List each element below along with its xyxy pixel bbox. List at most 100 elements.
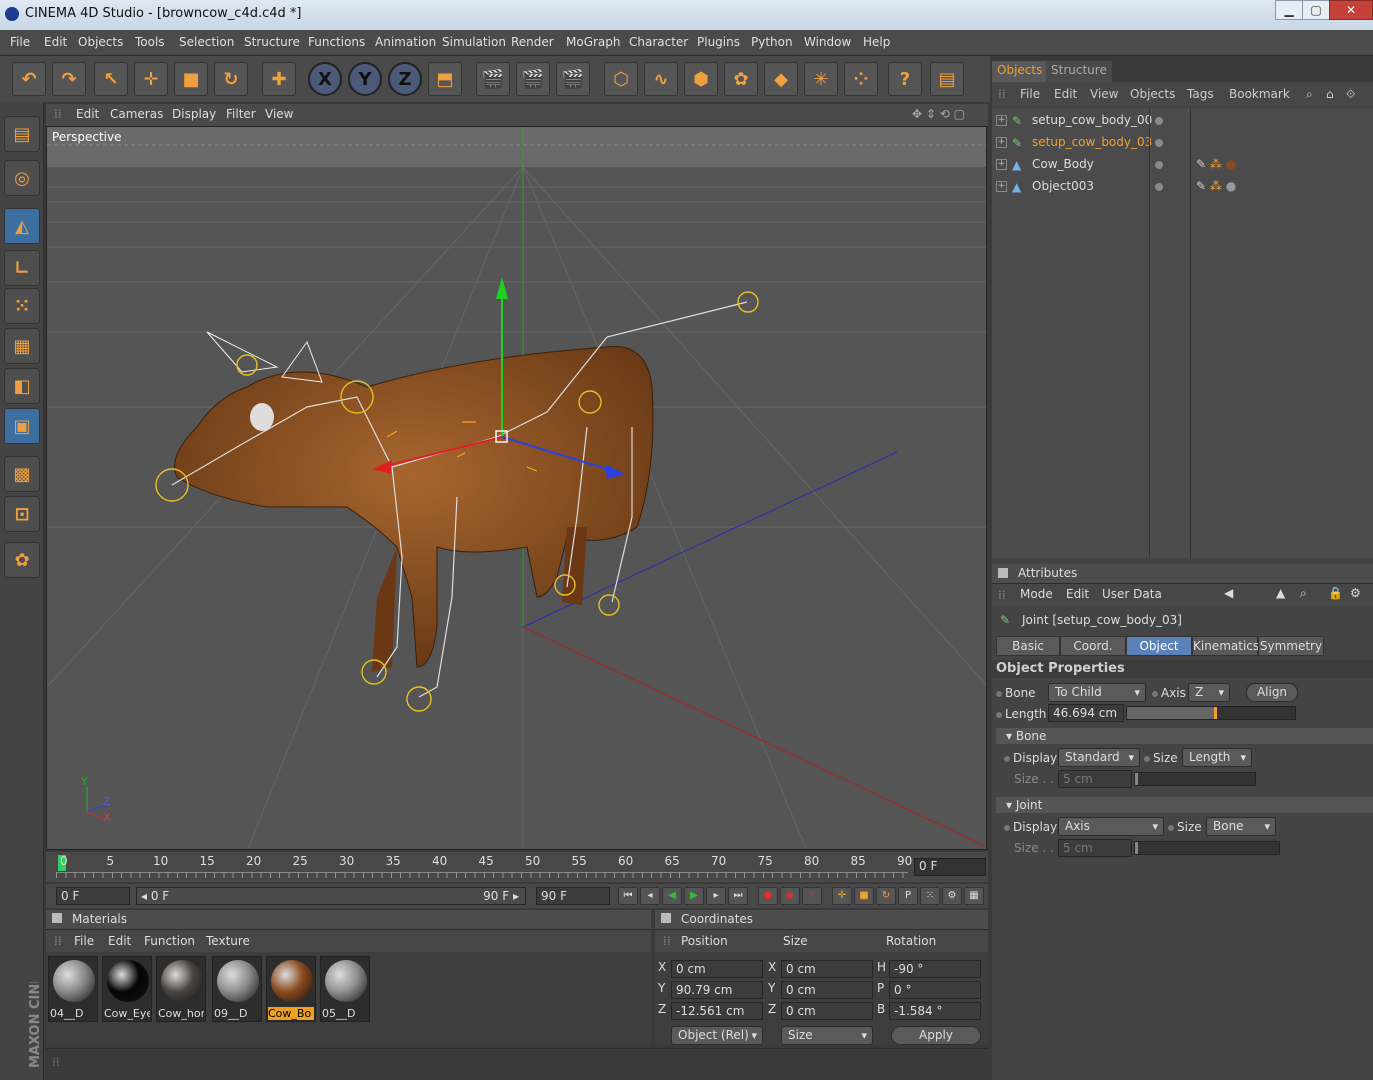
materials-menu-file[interactable]: File [74, 934, 94, 948]
timeline-icon[interactable]: ▤ [930, 62, 964, 96]
materials-menu-texture[interactable]: Texture [206, 934, 250, 948]
materials-menu-edit[interactable]: Edit [108, 934, 131, 948]
position-field[interactable]: 0 cm [671, 960, 763, 978]
object-name[interactable]: Object003 [1032, 179, 1094, 193]
scale-icon[interactable]: ■ [174, 62, 208, 96]
end-frame-field[interactable]: 90 F [536, 887, 610, 905]
menu-structure[interactable]: Structure [244, 35, 300, 49]
object-row[interactable]: + ▲ Cow_Body ✎ ⁂ ● [992, 154, 1373, 176]
material-swatch[interactable]: 05__D [320, 956, 370, 1022]
om-menu-objects[interactable]: Objects [1130, 87, 1175, 101]
menu-objects[interactable]: Objects [78, 35, 123, 49]
position-field[interactable]: -12.561 cm [671, 1002, 763, 1020]
menu-animation[interactable]: Animation [375, 35, 436, 49]
texture-mode-icon[interactable]: ▣ [4, 408, 40, 444]
z-axis-icon[interactable]: Z [388, 62, 422, 96]
visibility-dot-icon[interactable] [1155, 139, 1163, 147]
render-settings-icon[interactable]: 🎬 [556, 62, 590, 96]
autokey-icon[interactable]: ◉ [780, 887, 800, 905]
om-menu-file[interactable]: File [1020, 87, 1040, 101]
search-icon[interactable]: ⌕ [1300, 586, 1307, 601]
rotation-field[interactable]: 0 ° [889, 981, 981, 999]
visibility-dot-icon[interactable] [1155, 161, 1163, 169]
back-arrow-icon[interactable]: ◀ [1224, 586, 1233, 600]
apply-button[interactable]: Apply [891, 1026, 981, 1045]
spline-icon[interactable]: ∿ [644, 62, 678, 96]
play-backward-icon[interactable]: ◀ [662, 887, 682, 905]
bone-dropdown[interactable]: To Child [1048, 683, 1146, 702]
particle-icon[interactable]: ⁘ [844, 62, 878, 96]
timeline-settings-icon[interactable]: ⚙ [942, 887, 962, 905]
tab-coord[interactable]: Coord. [1060, 636, 1126, 656]
menu-edit[interactable]: Edit [44, 35, 67, 49]
weight-tag-icon[interactable]: ⁂ [1210, 157, 1226, 171]
help-icon[interactable]: ? [888, 62, 922, 96]
tab-object[interactable]: Object [1126, 636, 1192, 656]
viewport-menu-cameras[interactable]: Cameras [110, 107, 163, 121]
length-slider[interactable] [1126, 706, 1296, 720]
prev-frame-icon[interactable]: ◂ [640, 887, 660, 905]
workplane-icon[interactable]: ▩ [4, 456, 40, 492]
rotation-field[interactable]: -1.584 ° [889, 1002, 981, 1020]
object-row[interactable]: + ▲ Object003 ✎ ⁂ ● [992, 176, 1373, 198]
polygons-mode-icon[interactable]: ◧ [4, 368, 40, 404]
move-icon[interactable]: ✛ [134, 62, 168, 96]
menu-help[interactable]: Help [863, 35, 890, 49]
timeline-ruler[interactable]: 0 5 10 15 20 25 30 35 40 45 50 55 60 65 70 75 80 85 90 0 F [46, 852, 988, 882]
expand-icon[interactable]: + [996, 159, 1007, 170]
scene-canvas[interactable] [47, 127, 987, 850]
bone-size-dropdown[interactable]: Length [1182, 748, 1252, 767]
attr-menu-user-data[interactable]: User Data [1102, 587, 1162, 601]
viewport-nav-icons[interactable]: ✥ ⇕ ⟲ ▢ [912, 107, 965, 121]
visibility-dot-icon[interactable] [1155, 183, 1163, 191]
sculpt-icon[interactable]: ✿ [4, 542, 40, 578]
tab-symmetry[interactable]: Symmetry [1258, 636, 1324, 656]
scene-icon[interactable]: ✳ [804, 62, 838, 96]
nurbs-icon[interactable]: ⬢ [684, 62, 718, 96]
menu-character[interactable]: Character [629, 35, 688, 49]
key-rotation-icon[interactable]: ↻ [876, 887, 896, 905]
menu-selection[interactable]: Selection [179, 35, 234, 49]
make-editable-icon[interactable]: ◎ [4, 160, 40, 196]
menu-file[interactable]: File [10, 35, 30, 49]
size-field[interactable]: 0 cm [781, 960, 873, 978]
object-axis-icon[interactable]: ∟ [4, 250, 40, 286]
key-pla-icon[interactable]: ⁙ [920, 887, 940, 905]
tab-objects[interactable]: Objects [992, 61, 1048, 82]
menu-plugins[interactable]: Plugins [697, 35, 740, 49]
coord-mode-dropdown[interactable]: Object (Rel) [671, 1026, 763, 1045]
current-frame-field[interactable]: 0 F [914, 858, 986, 876]
object-name[interactable]: Cow_Body [1032, 157, 1094, 171]
model-mode-icon[interactable]: ◭ [4, 208, 40, 244]
render-picture-icon[interactable]: 🎬 [516, 62, 550, 96]
timeline-window-icon[interactable]: ▦ [964, 887, 984, 905]
menu-mograph[interactable]: MoGraph [566, 35, 621, 49]
render-view-icon[interactable]: 🎬 [476, 62, 510, 96]
goto-start-icon[interactable]: ⏮ [618, 887, 638, 905]
key-position-icon[interactable]: ✛ [832, 887, 852, 905]
start-frame-field[interactable]: 0 F [56, 887, 130, 905]
y-axis-icon[interactable]: Y [348, 62, 382, 96]
expand-icon[interactable]: + [996, 181, 1007, 192]
size-field[interactable]: 0 cm [781, 1002, 873, 1020]
add-icon[interactable]: ✚ [262, 62, 296, 96]
object-name[interactable]: setup_cow_body_03 [1032, 135, 1152, 149]
settings-icon[interactable]: ⚙ [1350, 586, 1361, 600]
up-arrow-icon[interactable]: ▲ [1276, 586, 1285, 600]
play-forward-icon[interactable]: ▶ [684, 887, 704, 905]
points-mode-icon[interactable]: ⁙ [4, 288, 40, 324]
menu-functions[interactable]: Functions [308, 35, 365, 49]
redo-icon[interactable]: ↷ [52, 62, 86, 96]
bone-display-dropdown[interactable]: Standard [1058, 748, 1140, 767]
object-name[interactable]: setup_cow_body_00 [1032, 113, 1152, 127]
lock-icon[interactable]: 🔒 [1328, 586, 1343, 600]
cube-icon[interactable]: ⬡ [604, 62, 638, 96]
rotate-icon[interactable]: ↻ [214, 62, 248, 96]
bone-section-header[interactable]: ▾ Bone [996, 728, 1373, 744]
collapse-icon[interactable]: ⟐ [1346, 87, 1355, 102]
menu-simulation[interactable]: Simulation [442, 35, 506, 49]
om-menu-view[interactable]: View [1090, 87, 1118, 101]
pose-morph-tag-icon[interactable]: ✎ [1196, 179, 1210, 193]
tab-basic[interactable]: Basic [996, 636, 1060, 656]
joint-display-dropdown[interactable]: Axis [1058, 817, 1164, 836]
